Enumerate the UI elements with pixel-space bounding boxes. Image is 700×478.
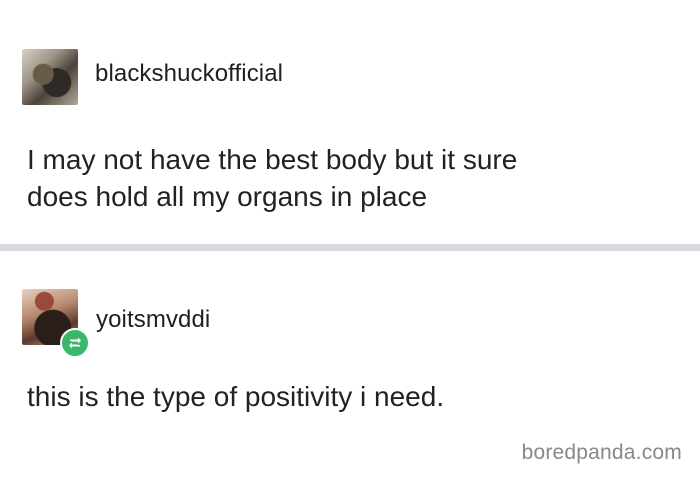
reply-body: this is the type of positivity i need. <box>27 381 445 412</box>
avatar-blackshuckofficial[interactable] <box>22 49 78 105</box>
post-body: I may not have the best body but it sure… <box>27 141 517 215</box>
reblog-icon <box>60 328 90 358</box>
post-divider <box>0 244 700 251</box>
post-body-line-1: I may not have the best body but it sure <box>27 144 518 175</box>
watermark: boredpanda.com <box>521 441 682 464</box>
post-body-line-2: does hold all my organs in place <box>27 181 428 212</box>
post-blackshuckofficial: blackshuckofficial I may not have the be… <box>0 0 700 244</box>
username-blackshuckofficial[interactable]: blackshuckofficial <box>95 60 283 88</box>
username-yoitsmvddi[interactable]: yoitsmvddi <box>96 306 210 334</box>
